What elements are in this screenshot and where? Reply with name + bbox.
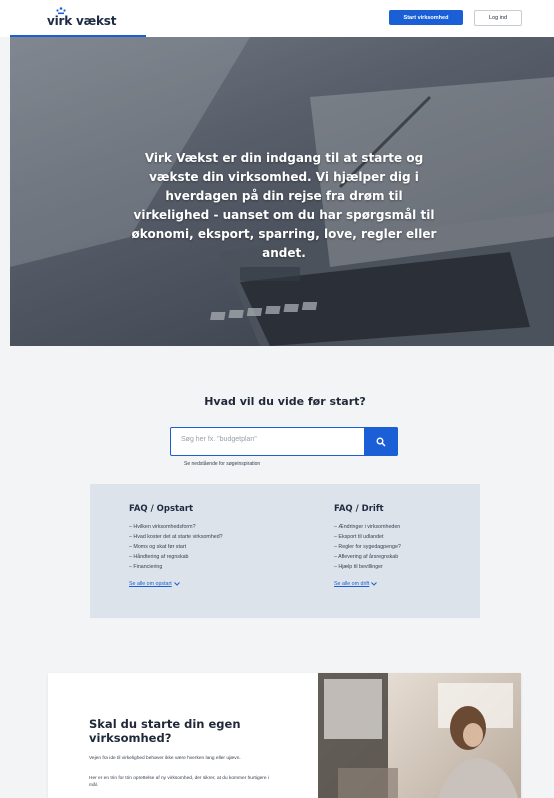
card-title: Skal du starte din egen virksomhed? xyxy=(89,717,241,745)
chevron-down-icon xyxy=(371,582,378,586)
faq-startup-item[interactable]: – Moms og skat før start xyxy=(129,542,223,552)
faq-panel: FAQ / Opstart – Hvilken virksomhedsform?… xyxy=(90,484,480,618)
faq-operations-item[interactable]: – Eksport til udlandet xyxy=(334,532,401,542)
see-all-startup-link[interactable]: Se alle om opstart xyxy=(129,581,223,587)
faq-operations-title: FAQ / Drift xyxy=(334,504,384,514)
woman-working-image xyxy=(318,673,521,798)
faq-operations-item[interactable]: – Aflevering af årsregnskab xyxy=(334,552,401,562)
card-paragraph: Her er en trin for trin oprettelse af ny… xyxy=(89,776,269,788)
faq-startup-item[interactable]: – Hvad koster det at starte virksomhed? xyxy=(129,532,223,542)
faq-startup-item[interactable]: – Hvilken virksomhedsform? xyxy=(129,522,223,532)
see-all-startup-label: Se alle om opstart xyxy=(129,581,172,587)
faq-operations-column: FAQ / Drift – Ændringer i virksomheden –… xyxy=(334,504,401,587)
logo[interactable]: virk vækst xyxy=(47,7,117,28)
search-heading: Hvad vil du vide før start? xyxy=(204,395,366,408)
search-button[interactable] xyxy=(364,427,398,456)
faq-operations-item[interactable]: – Hjælp til bevillinger xyxy=(334,562,401,572)
see-all-operations-link[interactable]: Se alle om drift xyxy=(334,581,401,587)
faq-startup-item[interactable]: – Financiering xyxy=(129,562,223,572)
card-paragraph: Vejen fra ide til virkelighed behøver ik… xyxy=(89,756,241,761)
login-button[interactable]: Log ind xyxy=(474,10,522,26)
faq-operations-item[interactable]: – Regler for sygedagpenge? xyxy=(334,542,401,552)
faq-startup-item[interactable]: – Håndtering af regnskab xyxy=(129,552,223,562)
hero-text: Virk Vækst er din indgang til at starte … xyxy=(131,151,437,260)
faq-startup-column: FAQ / Opstart – Hvilken virksomhedsform?… xyxy=(129,504,223,587)
faq-operations-item[interactable]: – Ændringer i virksomheden xyxy=(334,522,401,532)
search-hint: Se nedstående for søgeinspiration xyxy=(184,461,261,467)
top-header: virk vækst Start virksomhed Log ind xyxy=(0,0,554,37)
chevron-down-icon xyxy=(173,582,180,586)
search-input[interactable]: Søg her fx. "budgetplan" xyxy=(181,436,257,443)
faq-startup-title: FAQ / Opstart xyxy=(129,504,194,514)
see-all-operations-label: Se alle om drift xyxy=(334,581,370,587)
hero-banner: Virk Vækst er din indgang til at starte … xyxy=(10,37,554,346)
crown-icon xyxy=(56,7,66,15)
start-business-button[interactable]: Start virksomhed xyxy=(389,10,463,25)
photo-illustration xyxy=(318,673,518,798)
search-icon xyxy=(376,437,386,447)
logo-text: virk vækst xyxy=(47,14,117,28)
